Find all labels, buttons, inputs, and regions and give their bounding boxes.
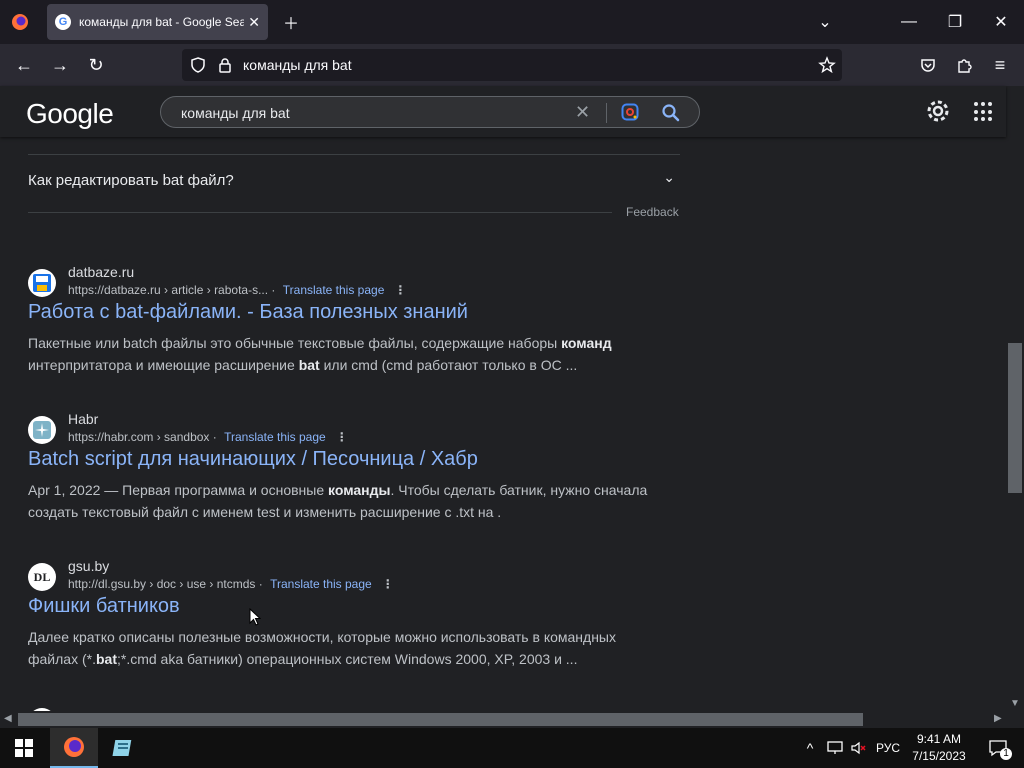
volume-muted-icon[interactable]	[848, 728, 870, 768]
search-icon[interactable]	[661, 103, 681, 123]
datbaze-favicon-icon	[28, 269, 56, 297]
clock-date: 7/15/2023	[912, 749, 966, 763]
result-url-line: https://datbaze.ru › article › rabota-s.…	[68, 283, 407, 297]
horizontal-scroll-thumb[interactable]	[18, 713, 863, 726]
navigation-toolbar: ← → ↻ команды для bat ≡	[0, 44, 1024, 86]
close-tab-icon[interactable]: ✕	[248, 14, 260, 31]
result-site-name[interactable]: datbaze.ru	[68, 264, 134, 280]
scroll-right-arrow-icon[interactable]: ▶	[994, 713, 1002, 724]
translate-link[interactable]: Translate this page	[270, 577, 372, 591]
pocket-icon[interactable]	[913, 50, 943, 80]
result-url[interactable]: https://habr.com › sandbox	[68, 430, 209, 444]
google-apps-grid-icon[interactable]	[974, 102, 994, 122]
search-box[interactable]: команды для bat ✕	[160, 96, 700, 128]
search-input[interactable]: команды для bat	[181, 105, 290, 121]
translate-link[interactable]: Translate this page	[224, 430, 326, 444]
mouse-cursor-icon	[249, 608, 261, 626]
search-divider	[606, 103, 607, 123]
tab-title: команды для bat - Google Search	[79, 15, 244, 29]
google-header: Google команды для bat ✕	[0, 86, 1006, 137]
show-hidden-icons-chevron-icon[interactable]: ^	[800, 728, 820, 768]
reload-button[interactable]: ↻	[81, 50, 111, 80]
faq-divider-bottom	[28, 212, 612, 213]
more-options-icon[interactable]: ⋮	[336, 430, 348, 444]
more-options-icon[interactable]: ⋮	[382, 577, 394, 591]
lock-icon[interactable]	[218, 57, 232, 73]
dl-favicon-icon: DL	[28, 563, 56, 591]
result-url[interactable]: http://dl.gsu.by › doc › use › ntcmds	[68, 577, 255, 591]
search-result: Habr https://habr.com › sandbox · Transl…	[28, 411, 678, 536]
google-lens-icon[interactable]	[621, 103, 639, 121]
habr-favicon-icon	[28, 416, 56, 444]
firefox-taskbar-icon[interactable]	[50, 728, 98, 768]
result-site-name[interactable]: Habr	[68, 411, 98, 427]
vertical-scrollbar[interactable]: ▼	[1006, 137, 1024, 711]
shield-icon[interactable]	[190, 57, 206, 73]
search-result: DL gsu.by http://dl.gsu.by › doc › use ›…	[28, 558, 678, 683]
back-button[interactable]: ←	[9, 50, 39, 80]
menu-hamburger-icon[interactable]: ≡	[985, 50, 1015, 80]
result-snippet: Пакетные или batch файлы это обычные тек…	[28, 335, 612, 373]
restore-button[interactable]: ❐	[932, 0, 978, 44]
windows-taskbar: ^ РУС 9:41 AM 7/15/2023 1	[0, 728, 1024, 768]
translate-link[interactable]: Translate this page	[283, 283, 385, 297]
faq-item[interactable]: Как редактировать bat файл? ⌄	[28, 169, 680, 189]
clock-time: 9:41 AM	[916, 732, 962, 746]
clear-search-icon[interactable]: ✕	[575, 102, 590, 123]
settings-gear-icon[interactable]	[925, 98, 951, 124]
forward-button[interactable]: →	[45, 50, 75, 80]
search-result: datbaze.ru https://datbaze.ru › article …	[28, 264, 678, 389]
action-center-icon[interactable]: 1	[978, 728, 1018, 768]
result-url-line: http://dl.gsu.by › doc › use › ntcmds · …	[68, 577, 394, 591]
result-url-line: https://habr.com › sandbox · Translate t…	[68, 430, 348, 444]
scroll-left-arrow-icon[interactable]: ◀	[4, 713, 12, 724]
result-title-link[interactable]: Batch script для начинающих / Песочница …	[28, 448, 478, 471]
scroll-down-arrow-icon[interactable]: ▼	[1010, 698, 1020, 709]
faq-question[interactable]: Как редактировать bat файл?	[28, 172, 234, 189]
windows-start-icon[interactable]	[0, 728, 48, 768]
notepad-taskbar-icon[interactable]	[100, 728, 148, 768]
feedback-link[interactable]: Feedback	[626, 205, 679, 219]
result-snippet: Далее кратко описаны полезные возможност…	[28, 629, 616, 667]
result-url[interactable]: https://datbaze.ru › article › rabota-s.…	[68, 283, 268, 297]
notification-count-badge: 1	[1000, 748, 1012, 760]
new-tab-button[interactable]: ＋	[268, 0, 314, 44]
google-favicon-icon: G	[55, 14, 71, 30]
close-window-button[interactable]: ✕	[978, 0, 1024, 44]
url-bar[interactable]: команды для bat	[182, 49, 842, 81]
result-title-link[interactable]: Работа с bat-файлами. - База полезных зн…	[28, 301, 468, 324]
firefox-view-icon[interactable]	[0, 0, 40, 44]
chevron-down-icon[interactable]: ⌄	[663, 169, 675, 186]
active-tab[interactable]: G команды для bat - Google Search ✕	[47, 4, 268, 40]
extensions-icon[interactable]	[949, 50, 979, 80]
vertical-scroll-thumb[interactable]	[1008, 343, 1022, 493]
horizontal-scrollbar[interactable]: ◀ ▶	[0, 711, 1006, 728]
result-title-link[interactable]: Фишки батников	[28, 595, 180, 618]
result-snippet: Apr 1, 2022 — Первая программа и основны…	[28, 482, 648, 520]
network-icon[interactable]	[824, 728, 846, 768]
search-results-area: Как редактировать bat файл? ⌄ Feedback d…	[0, 137, 1006, 711]
result-site-name[interactable]: gsu.by	[68, 558, 109, 574]
google-logo[interactable]: Google	[26, 98, 114, 130]
browser-tab-bar: G команды для bat - Google Search ✕ ＋ ⌄ …	[0, 0, 1024, 44]
list-tabs-chevron-icon[interactable]: ⌄	[802, 0, 848, 44]
minimize-button[interactable]: —	[886, 0, 932, 44]
bookmark-star-icon[interactable]	[818, 56, 836, 74]
faq-divider-top	[28, 154, 680, 155]
more-options-icon[interactable]: ⋮	[394, 283, 406, 297]
input-language-indicator[interactable]: РУС	[872, 728, 904, 768]
url-text[interactable]: команды для bat	[243, 57, 352, 73]
taskbar-clock[interactable]: 9:41 AM 7/15/2023	[905, 731, 973, 765]
